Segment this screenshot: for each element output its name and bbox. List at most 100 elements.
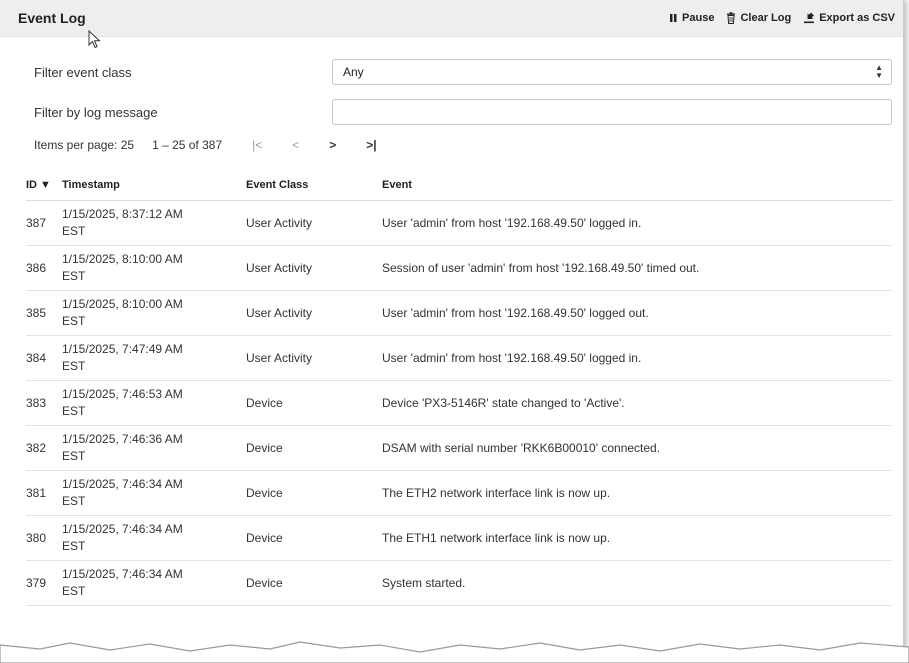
- timestamp-line1: 1/15/2025, 8:37:12 AM: [62, 207, 183, 221]
- cell-timestamp: 1/15/2025, 8:10:00 AM EST: [62, 290, 246, 336]
- torn-edge-decoration: [0, 641, 909, 663]
- last-page-button[interactable]: >|: [366, 138, 376, 152]
- cell-event-class: Device: [246, 470, 382, 516]
- pause-icon: [670, 14, 677, 22]
- filter-message-label: Filter by log message: [34, 104, 158, 120]
- cell-event: The ETH1 network interface link is now u…: [382, 515, 892, 561]
- cell-id: 380: [26, 515, 62, 561]
- timestamp-line1: 1/15/2025, 8:10:00 AM: [62, 252, 183, 266]
- first-page-button[interactable]: |<: [252, 138, 262, 152]
- cell-event: System started.: [382, 560, 892, 606]
- cell-event-class: User Activity: [246, 290, 382, 336]
- filter-section: Filter event class Any ▲ ▼ Filter by log …: [34, 52, 892, 132]
- items-per-page-select[interactable]: Items per page: 25: [34, 138, 134, 152]
- cell-event: Device 'PX3-5146R' state changed to 'Act…: [382, 380, 892, 426]
- clear-log-label: Clear Log: [740, 12, 792, 24]
- timestamp-line2: EST: [62, 404, 86, 418]
- cell-id: 385: [26, 290, 62, 336]
- event-log-table: ID ▼ Timestamp Event Class Event 387 1/15…: [26, 170, 892, 606]
- export-csv-label: Export as CSV: [819, 12, 895, 24]
- cell-timestamp: 1/15/2025, 8:10:00 AM EST: [62, 245, 246, 291]
- clear-log-button[interactable]: Clear Log: [726, 12, 791, 24]
- table-row[interactable]: 380 1/15/2025, 7:46:34 AM EST Device The ETH…: [26, 515, 892, 561]
- pagination: Items per page: 25 1 – 25 of 387 |< < > …: [34, 138, 377, 152]
- log-message-filter-input[interactable]: [332, 99, 892, 125]
- column-header-id[interactable]: ID ▼: [26, 170, 62, 201]
- timestamp-line1: 1/15/2025, 8:10:00 AM: [62, 297, 183, 311]
- cell-timestamp: 1/15/2025, 7:46:34 AM EST: [62, 560, 246, 606]
- column-header-timestamp[interactable]: Timestamp: [62, 170, 246, 201]
- next-page-button[interactable]: >: [329, 138, 336, 152]
- export-csv-button[interactable]: Export as CSV: [803, 12, 895, 24]
- table-header-row: ID ▼ Timestamp Event Class Event: [26, 170, 892, 201]
- timestamp-line2: EST: [62, 269, 86, 283]
- pause-button[interactable]: Pause: [669, 12, 714, 24]
- timestamp-line1: 1/15/2025, 7:46:34 AM: [62, 522, 183, 536]
- cell-timestamp: 1/15/2025, 7:46:53 AM EST: [62, 380, 246, 426]
- cell-event-class: User Activity: [246, 335, 382, 381]
- timestamp-line1: 1/15/2025, 7:47:49 AM: [62, 342, 183, 356]
- trash-icon: [727, 12, 736, 24]
- table-row[interactable]: 386 1/15/2025, 8:10:00 AM EST User Activity…: [26, 245, 892, 291]
- header-actions: Pause Clear Log Export as CSV: [669, 12, 895, 24]
- timestamp-line1: 1/15/2025, 7:46:36 AM: [62, 432, 183, 446]
- cell-timestamp: 1/15/2025, 7:46:34 AM EST: [62, 515, 246, 561]
- timestamp-line2: EST: [62, 359, 86, 373]
- cell-event: User 'admin' from host '192.168.49.50' l…: [382, 335, 892, 381]
- event-class-select[interactable]: Any ▲ ▼: [332, 59, 892, 85]
- column-header-event[interactable]: Event: [382, 170, 892, 201]
- cell-event-class: Device: [246, 425, 382, 471]
- timestamp-line1: 1/15/2025, 7:46:34 AM: [62, 567, 183, 581]
- select-arrows-icon: ▲ ▼: [875, 63, 883, 80]
- column-header-event-class[interactable]: Event Class: [246, 170, 382, 201]
- export-icon: [804, 12, 815, 24]
- cell-event: User 'admin' from host '192.168.49.50' l…: [382, 200, 892, 246]
- timestamp-line2: EST: [62, 584, 86, 598]
- filter-class-row: Filter event class Any ▲ ▼: [34, 52, 892, 92]
- cell-id: 386: [26, 245, 62, 291]
- pause-label: Pause: [682, 12, 715, 24]
- cell-event-class: Device: [246, 560, 382, 606]
- table-row[interactable]: 382 1/15/2025, 7:46:36 AM EST Device DSAM wi…: [26, 425, 892, 471]
- cell-timestamp: 1/15/2025, 7:47:49 AM EST: [62, 335, 246, 381]
- timestamp-line1: 1/15/2025, 7:46:34 AM: [62, 477, 183, 491]
- page-range: 1 – 25 of 387: [152, 138, 223, 152]
- cell-timestamp: 1/15/2025, 7:46:34 AM EST: [62, 470, 246, 516]
- table-row[interactable]: 384 1/15/2025, 7:47:49 AM EST User Activity…: [26, 335, 892, 381]
- cell-timestamp: 1/15/2025, 7:46:36 AM EST: [62, 425, 246, 471]
- table-row[interactable]: 383 1/15/2025, 7:46:53 AM EST Device Device …: [26, 380, 892, 426]
- page-title: Event Log: [18, 10, 86, 26]
- mouse-pointer-icon: [88, 30, 101, 49]
- cell-event: User 'admin' from host '192.168.49.50' l…: [382, 290, 892, 336]
- cell-event-class: Device: [246, 515, 382, 561]
- cell-event-class: Device: [246, 380, 382, 426]
- cell-event: Session of user 'admin' from host '192.1…: [382, 245, 892, 291]
- timestamp-line2: EST: [62, 314, 86, 328]
- timestamp-line2: EST: [62, 539, 86, 553]
- timestamp-line1: 1/15/2025, 7:46:53 AM: [62, 387, 183, 401]
- cell-event: DSAM with serial number 'RKK6B00010' con…: [382, 425, 892, 471]
- event-class-value: Any: [343, 65, 364, 79]
- cell-event-class: User Activity: [246, 200, 382, 246]
- timestamp-line2: EST: [62, 224, 86, 238]
- timestamp-line2: EST: [62, 449, 86, 463]
- cell-id: 384: [26, 335, 62, 381]
- panel-header: Event Log Pause Clear Log Export as CSV: [0, 0, 903, 37]
- prev-page-button[interactable]: <: [292, 138, 299, 152]
- filter-class-label: Filter event class: [34, 64, 132, 80]
- filter-message-row: Filter by log message: [34, 92, 892, 132]
- table-row[interactable]: 381 1/15/2025, 7:46:34 AM EST Device The ETH…: [26, 470, 892, 516]
- timestamp-line2: EST: [62, 494, 86, 508]
- table-row[interactable]: 387 1/15/2025, 8:37:12 AM EST User Activity…: [26, 200, 892, 246]
- cell-id: 383: [26, 380, 62, 426]
- cell-timestamp: 1/15/2025, 8:37:12 AM EST: [62, 200, 246, 246]
- cell-event: The ETH2 network interface link is now u…: [382, 470, 892, 516]
- cell-id: 387: [26, 200, 62, 246]
- cell-id: 381: [26, 470, 62, 516]
- cell-id: 379: [26, 560, 62, 606]
- cell-id: 382: [26, 425, 62, 471]
- cell-event-class: User Activity: [246, 245, 382, 291]
- table-row[interactable]: 379 1/15/2025, 7:46:34 AM EST Device System …: [26, 560, 892, 606]
- table-row[interactable]: 385 1/15/2025, 8:10:00 AM EST User Activity…: [26, 290, 892, 336]
- event-log-panel: Event Log Pause Clear Log Export as CSV …: [0, 0, 909, 663]
